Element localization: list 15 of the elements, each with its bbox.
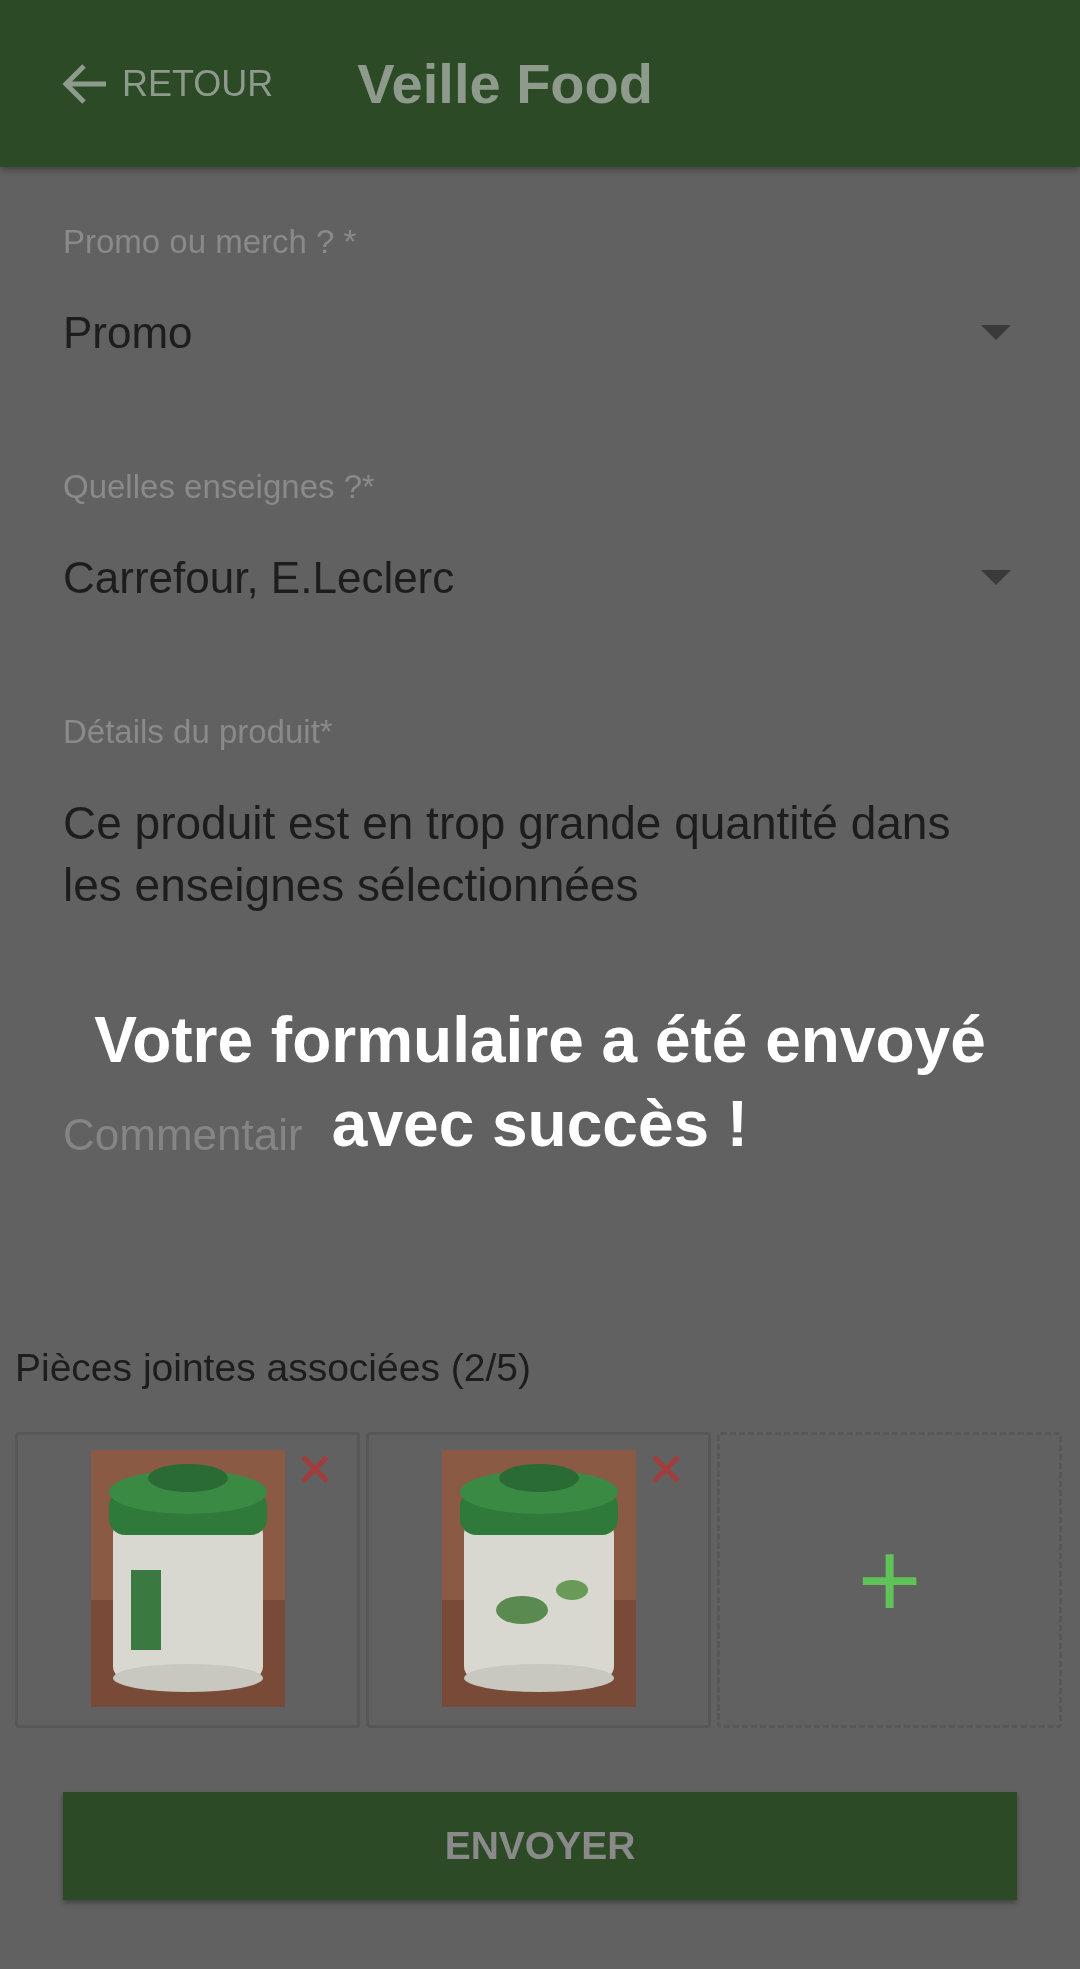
section-title: Pièces jointes associées (2/5) — [15, 1346, 531, 1390]
back-arrow-icon — [62, 62, 108, 105]
dropdown-arrow-icon — [981, 325, 1011, 341]
success-message: avec succès ! — [331, 1087, 749, 1162]
dropdown[interactable]: Carrefour, E.Leclerc — [63, 553, 1017, 603]
submit-button[interactable]: ENVOYER — [63, 1792, 1017, 1900]
success-message: Votre formulaire a été envoyé — [94, 1003, 986, 1078]
dropdown-arrow-icon — [981, 570, 1011, 586]
back-button[interactable]: RETOUR — [62, 62, 274, 105]
app-title: Veille Food — [357, 51, 653, 116]
close-icon[interactable] — [650, 1453, 682, 1485]
add-attachment-button[interactable]: + — [717, 1432, 1062, 1728]
dropdown[interactable]: Promo — [63, 308, 1017, 358]
close-icon[interactable] — [299, 1453, 331, 1485]
text-field[interactable]: Ce produit est en trop grande quantité dans les enseignes sélectionnées — [63, 792, 993, 916]
